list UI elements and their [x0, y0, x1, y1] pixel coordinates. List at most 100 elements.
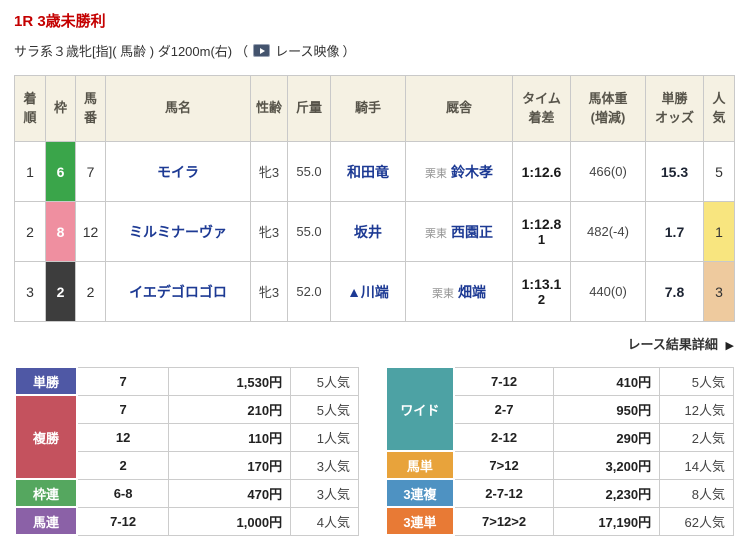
horse-name-cell: イエデゴロゴロ: [105, 261, 251, 322]
stable-region-label: 栗東: [425, 227, 447, 240]
col-header-frame: 枠: [45, 75, 76, 142]
jockey-weight-cell: 55.0: [287, 201, 331, 262]
jockey-link[interactable]: ▲川端: [347, 284, 389, 300]
payout-row-trio: 3連複 2-7-12 2,230円 8人気: [385, 478, 734, 508]
horse-name-link[interactable]: イエデゴロゴロ: [129, 284, 227, 300]
sex-age-cell: 牝3: [250, 261, 288, 322]
jockey-weight-cell: 55.0: [287, 141, 331, 202]
payout-section: 単勝 7 1,530円 5人気 複勝 7 210円 5人気 12 110円 1人…: [14, 366, 734, 536]
jockey-link[interactable]: 和田竜: [347, 164, 389, 180]
popularity-cell: 12人気: [659, 394, 734, 424]
result-row-2: 2 8 12 ミルミナーヴァ 牝3 55.0 坂井 栗東 西園正 1:12.8 1 …: [14, 201, 735, 262]
race-result-detail-link[interactable]: レース結果詳細 ▶: [14, 334, 734, 353]
sex-age-cell: 牝3: [250, 141, 288, 202]
frame-cell: 8: [45, 201, 76, 262]
combination-cell: 7: [76, 394, 170, 424]
bet-type-label: 複勝: [14, 394, 78, 480]
combination-cell: 6-8: [76, 478, 170, 508]
race-video-link[interactable]: レース映像: [275, 41, 339, 60]
amount-cell: 1,000円: [168, 506, 292, 536]
combination-cell: 7>12: [453, 450, 555, 480]
trainer-link[interactable]: 西園正: [451, 224, 493, 240]
jockey-link[interactable]: 坂井: [354, 224, 382, 240]
popularity-cell: 3人気: [290, 478, 359, 508]
popularity-cell: 14人気: [659, 450, 734, 480]
bet-type-label: 馬連: [14, 506, 78, 536]
horse-number-cell: 7: [75, 141, 106, 202]
payout-row-trifecta: 3連単 7>12>2 17,190円 62人気: [385, 506, 734, 536]
combination-cell: 2-7-12: [453, 478, 555, 508]
amount-cell: 3,200円: [553, 450, 661, 480]
col-header-rank: 着順: [14, 75, 46, 142]
race-results-table: 着順 枠 馬番 馬名 性齢 斤量 騎手 厩舎 タイム 着差 馬体重 (増減) 単勝オ…: [14, 75, 735, 322]
col-header-sex-age: 性齢: [250, 75, 288, 142]
horse-name-cell: モイラ: [105, 141, 251, 202]
amount-cell: 470円: [168, 478, 292, 508]
video-play-icon[interactable]: [253, 44, 271, 57]
trainer-link[interactable]: 鈴木孝: [451, 164, 493, 180]
result-row-3: 3 2 2 イエデゴロゴロ 牝3 52.0 ▲川端 栗東 畑端 1:13.1 2 4…: [14, 261, 735, 322]
horse-name-cell: ミルミナーヴァ: [105, 201, 251, 262]
combination-cell: 7-12: [76, 506, 170, 536]
amount-cell: 110円: [168, 422, 292, 452]
popularity-cell: 5: [703, 141, 735, 202]
col-header-jockey: 騎手: [330, 75, 406, 142]
amount-cell: 290円: [553, 422, 661, 452]
horse-name-link[interactable]: ミルミナーヴァ: [129, 224, 227, 240]
odds-cell: 7.8: [645, 261, 704, 322]
race-conditions-text: サラ系３歳牝[指]( 馬齢 ) ダ1200m(右): [14, 44, 233, 59]
combination-cell: 2-7: [453, 394, 555, 424]
sex-age-cell: 牝3: [250, 201, 288, 262]
combination-cell: 2-12: [453, 422, 555, 452]
time-margin-cell: 1:12.8 1: [512, 201, 571, 262]
rank-cell: 3: [14, 261, 46, 322]
popularity-cell: 5人気: [290, 366, 359, 396]
jockey-cell: ▲川端: [330, 261, 406, 322]
col-header-horse-number: 馬番: [75, 75, 106, 142]
time-margin-cell: 1:12.6: [512, 141, 571, 202]
bet-type-label: 馬単: [385, 450, 455, 480]
play-triangle-icon: [260, 48, 266, 54]
amount-cell: 170円: [168, 450, 292, 480]
combination-cell: 7-12: [453, 366, 555, 396]
payout-row-exacta: 馬単 7>12 3,200円 14人気: [385, 450, 734, 480]
amount-cell: 17,190円: [553, 506, 661, 536]
popularity-cell: 1: [703, 201, 735, 262]
popularity-cell: 2人気: [659, 422, 734, 452]
horse-number-cell: 12: [75, 201, 106, 262]
popularity-cell: 8人気: [659, 478, 734, 508]
popularity-cell: 3人気: [290, 450, 359, 480]
col-header-time-margin: タイム 着差: [512, 75, 571, 142]
bet-type-label: 単勝: [14, 366, 78, 396]
amount-cell: 950円: [553, 394, 661, 424]
bet-type-label: 3連単: [385, 506, 455, 536]
popularity-cell: 1人気: [290, 422, 359, 452]
popularity-cell: 62人気: [659, 506, 734, 536]
payout-row-wide: ワイド 7-12 410円 5人気: [385, 366, 734, 452]
horse-weight-cell: 482(-4): [570, 201, 646, 262]
amount-cell: 210円: [168, 394, 292, 424]
rank-cell: 1: [14, 141, 46, 202]
trainer-link[interactable]: 畑端: [458, 284, 486, 300]
popularity-cell: 4人気: [290, 506, 359, 536]
frame-cell: 2: [45, 261, 76, 322]
popularity-cell: 5人気: [659, 366, 734, 396]
rank-cell: 2: [14, 201, 46, 262]
odds-cell: 15.3: [645, 141, 704, 202]
detail-link-label: レース結果詳細: [627, 337, 718, 352]
amount-cell: 410円: [553, 366, 661, 396]
jockey-cell: 坂井: [330, 201, 406, 262]
horse-name-link[interactable]: モイラ: [157, 164, 199, 180]
stable-cell: 栗東 鈴木孝: [405, 141, 513, 202]
stable-cell: 栗東 西園正: [405, 201, 513, 262]
chevron-right-icon: ▶: [725, 340, 734, 352]
jockey-weight-cell: 52.0: [287, 261, 331, 322]
col-header-weight: 斤量: [287, 75, 331, 142]
horse-weight-cell: 440(0): [570, 261, 646, 322]
bet-type-label: ワイド: [385, 366, 455, 452]
payout-row-place: 複勝 7 210円 5人気: [14, 394, 359, 480]
popularity-cell: 3: [703, 261, 735, 322]
time-margin-cell: 1:13.1 2: [512, 261, 571, 322]
combination-cell: 12: [76, 422, 170, 452]
col-header-horse-name: 馬名: [105, 75, 251, 142]
